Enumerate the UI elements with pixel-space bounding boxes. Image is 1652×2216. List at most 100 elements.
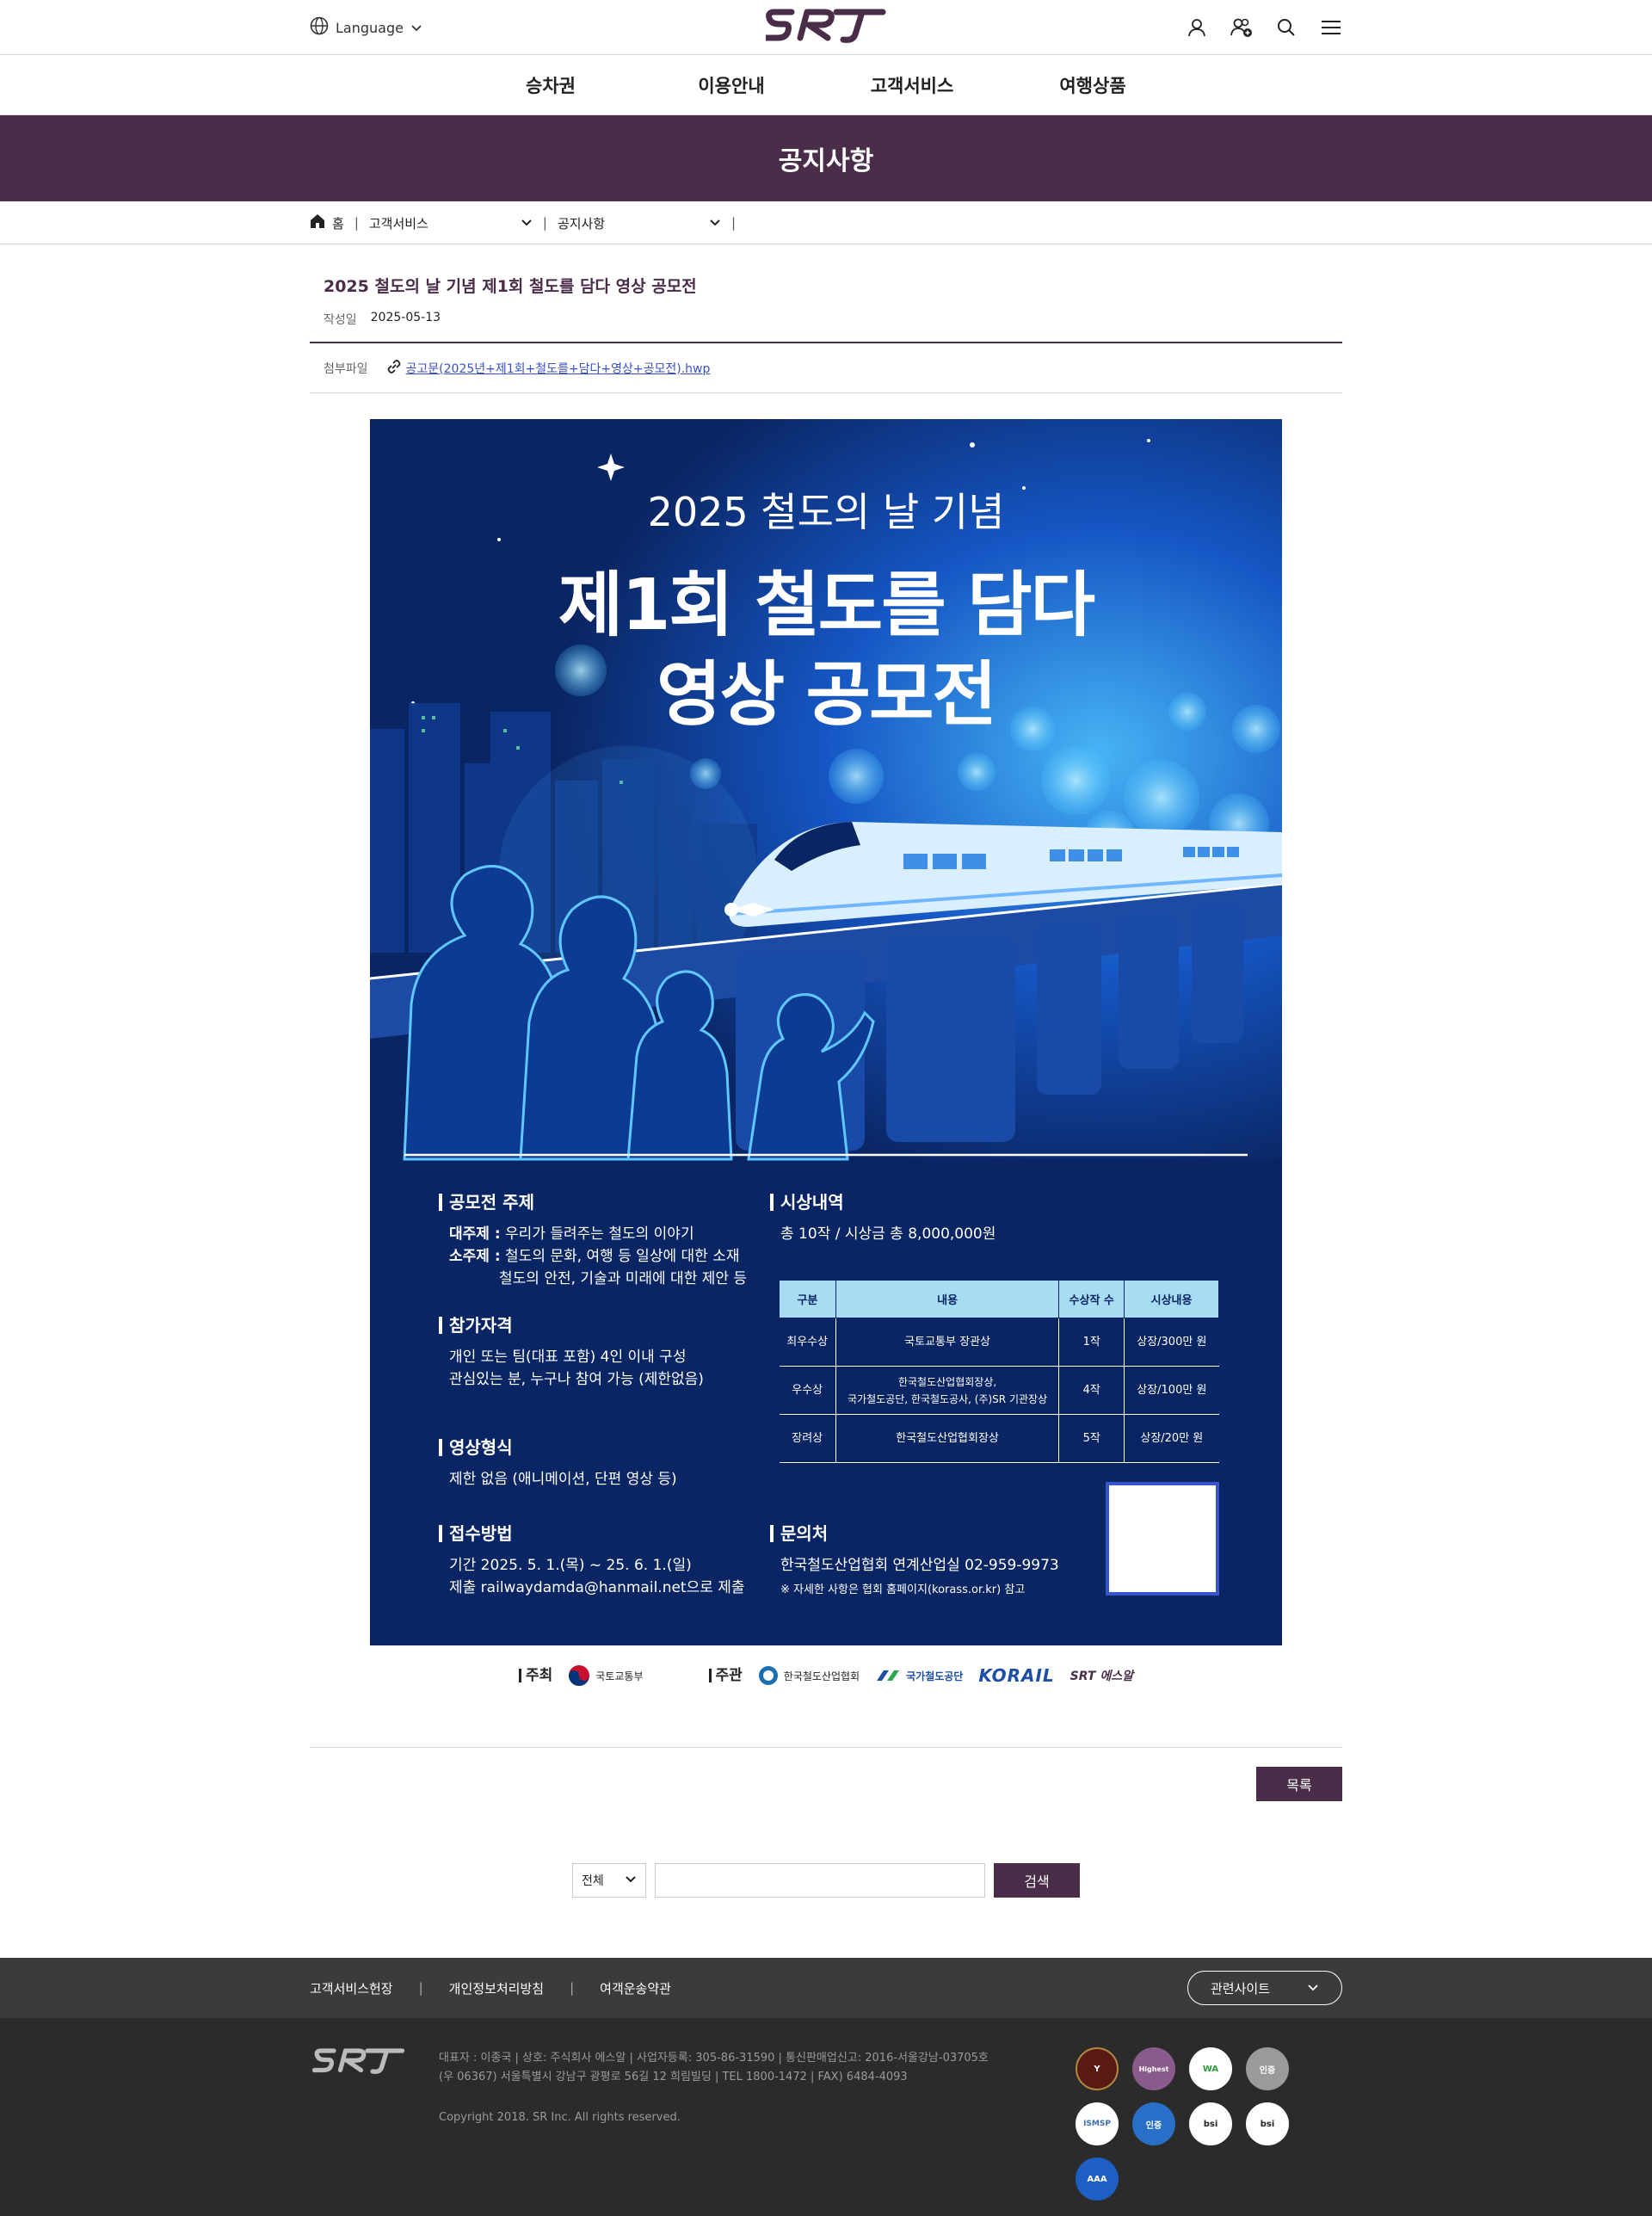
related-sites-label: 관련사이트 [1211, 1980, 1271, 1997]
breadcrumb-separator: | [354, 215, 359, 231]
breadcrumb-dropdown-level1[interactable]: 고객서비스 [369, 214, 533, 232]
language-label: Language [336, 19, 404, 36]
format-heading: 영상형식 [439, 1439, 783, 1456]
attachment-file-link[interactable]: 공고문(2025년+제1회+철도를+담다+영상+공모전).hwp [406, 360, 711, 377]
chevron-down-icon [625, 1873, 637, 1887]
table-row: 장려상 한국철도산업협회장상 5작 상장/20만 원 [779, 1414, 1219, 1463]
globe-icon [310, 16, 329, 39]
table-cell: 상장/100만 원 [1124, 1366, 1219, 1415]
language-selector[interactable]: Language [310, 16, 422, 39]
cert-badge-icon[interactable]: 인증 [1132, 2102, 1175, 2145]
footer-link-customer-charter[interactable]: 고객서비스헌장 [310, 1979, 393, 1997]
poster-theme-section: 공모전 주제 대주제 : 우리가 들려주는 철도의 이야기 소주제 : 철도의 … [439, 1194, 783, 1290]
eligibility-body: 개인 또는 팀(대표 포함) 4인 이내 구성 관심있는 분, 누구나 참여 가… [439, 1346, 783, 1391]
cert-badge-icon[interactable]: Highest [1132, 2047, 1175, 2090]
breadcrumb-home-label: 홈 [332, 215, 344, 231]
search-scope-select[interactable]: 전체 [572, 1863, 646, 1898]
organizer-name-2: 국가철도공단 [906, 1670, 964, 1682]
chevron-down-icon [410, 20, 422, 36]
table-cell: 1작 [1058, 1318, 1125, 1367]
footer-separator: | [570, 1980, 575, 1996]
gnb-item-tickets[interactable]: 승차권 [460, 72, 641, 98]
table-header: 내용 [835, 1280, 1060, 1318]
gnb-item-customer-service[interactable]: 고객서비스 [822, 72, 1002, 98]
breadcrumb-separator: | [542, 215, 547, 231]
article: 2025 철도의 날 기념 제1회 철도를 담다 영상 공모전 작성일 2025… [310, 244, 1342, 1898]
attachment-label: 첨부파일 [324, 361, 368, 376]
attachment-row: 첨부파일 공고문(2025년+제1회+철도를+담다+영상+공모전).hwp [310, 343, 1342, 393]
gnb-item-travel[interactable]: 여행상품 [1002, 72, 1183, 98]
breadcrumb-home[interactable]: 홈 [310, 213, 344, 232]
table-header: 구분 [779, 1280, 836, 1318]
format-line-1: 제한 없음 (애니메이션, 단편 영상 등) [449, 1471, 677, 1488]
related-sites-select[interactable]: 관련사이트 [1187, 1971, 1342, 2005]
organizer-name-1: 한국철도산업협회 [783, 1670, 860, 1682]
table-cell: 상장/20만 원 [1124, 1414, 1219, 1463]
srt-logo[interactable] [762, 5, 886, 50]
page-title-band: 공지사항 [0, 115, 1652, 201]
poster-main-line1: 제1회 철도를 담다 [558, 565, 1095, 646]
submit-line-1: 기간 2025. 5. 1.(목) ~ 25. 6. 1.(일) [449, 1557, 692, 1574]
theme-body: 대주제 : 우리가 들려주는 철도의 이야기 소주제 : 철도의 문화, 여행 … [439, 1223, 783, 1290]
eligibility-heading: 참가자격 [439, 1317, 783, 1334]
table-cell: 국토교통부 장관상 [835, 1318, 1060, 1367]
qr-code[interactable] [1106, 1482, 1219, 1596]
divider [310, 1747, 1342, 1748]
chevron-down-icon [521, 215, 533, 231]
main-theme-text: 우리가 들려주는 철도의 이야기 [505, 1225, 694, 1243]
utility-icons [1186, 16, 1342, 39]
article-meta: 작성일 2025-05-13 [310, 311, 1342, 328]
date-label: 작성일 [324, 313, 357, 327]
association-icon [758, 1666, 778, 1685]
table-header-row: 구분 내용 수상작 수 시상내용 [779, 1280, 1219, 1318]
organizer-logo-2: 국가철도공단 [875, 1667, 963, 1684]
host-label: 주최 [519, 1669, 552, 1683]
table-cell: 4작 [1058, 1366, 1125, 1415]
contact-heading: 문의처 [770, 1525, 1097, 1542]
sponsor-logos: 주최 국토교통부 주관 한국철도산업협회 국가철도공단 KORAIL SRT 에… [310, 1663, 1342, 1688]
organizer-label: 주관 [708, 1669, 743, 1683]
signup-icon[interactable] [1230, 16, 1253, 39]
footer-link-privacy[interactable]: 개인정보처리방침 [449, 1979, 544, 1997]
cert-badge-icon[interactable]: 인증 [1246, 2047, 1289, 2090]
table-cell: 한국철도산업협회장상, 국가철도공단, 한국철도공사, (주)SR 기관장상 [835, 1366, 1060, 1415]
menu-icon[interactable] [1320, 16, 1342, 39]
main-theme-label: 대주제 : [449, 1225, 501, 1243]
search-bar: 전체 검색 [310, 1863, 1342, 1898]
awards-summary: 총 10작 / 시상금 총 8,000,000원 [780, 1225, 996, 1243]
search-scope-value: 전체 [582, 1874, 604, 1888]
breadcrumb-dropdown-level2[interactable]: 공지사항 [558, 214, 721, 232]
cert-badge-icon[interactable]: WA [1189, 2047, 1232, 2090]
list-button[interactable]: 목록 [1256, 1767, 1342, 1801]
footer-separator: | [418, 1980, 423, 1996]
poster-eligibility-section: 참가자격 개인 또는 팀(대표 포함) 4인 이내 구성 관심있는 분, 누구나… [439, 1317, 783, 1391]
submit-heading: 접수방법 [439, 1525, 783, 1542]
chevron-down-icon [709, 215, 721, 231]
search-icon[interactable] [1275, 16, 1298, 39]
cert-badge-icon[interactable]: bsi [1246, 2102, 1289, 2145]
footer-link-terms[interactable]: 여객운송약관 [600, 1979, 671, 1997]
article-date: 2025-05-13 [370, 311, 441, 324]
cert-badge-icon[interactable]: Y [1076, 2047, 1119, 2090]
table-cell: 우수상 [779, 1366, 836, 1415]
poster-format-section: 영상형식 제한 없음 (애니메이션, 단편 영상 등) [439, 1439, 783, 1491]
main-navigation: 승차권 이용안내 고객서비스 여행상품 [0, 55, 1652, 115]
search-input[interactable] [655, 1863, 985, 1898]
table-cell: 상장/300만 원 [1124, 1318, 1219, 1367]
submit-line-2: 제출 railwaydamda@hanmail.net으로 제출 [449, 1579, 745, 1596]
sub-theme-text-2: 철도의 안전, 기술과 미래에 대한 제안 등 [499, 1270, 748, 1287]
breadcrumb-level1-label: 고객서비스 [368, 215, 428, 231]
gnb-item-guide[interactable]: 이용안내 [641, 72, 822, 98]
cert-badge-icon[interactable]: bsi [1189, 2102, 1232, 2145]
search-button[interactable]: 검색 [994, 1863, 1080, 1898]
event-poster: 2025 철도의 날 기념 제1회 철도를 담다 영상 공모전 공모전 주제 대… [370, 419, 1282, 1645]
kr-network-icon [877, 1670, 900, 1681]
cert-badge-icon[interactable]: ISMSP [1076, 2102, 1119, 2145]
user-icon[interactable] [1186, 16, 1208, 39]
eligibility-line-2: 관심있는 분, 누구나 참여 가능 (제한없음) [449, 1371, 704, 1388]
chevron-down-icon [1307, 1980, 1319, 1996]
breadcrumb-level2-label: 공지사항 [557, 215, 606, 231]
footer-navigation: 고객서비스헌장 | 개인정보처리방침 | 여객운송약관 관련사이트 [0, 1958, 1652, 2018]
cert-badge-icon[interactable]: AAA [1076, 2157, 1119, 2201]
host-name: 국토교통부 [595, 1670, 644, 1682]
